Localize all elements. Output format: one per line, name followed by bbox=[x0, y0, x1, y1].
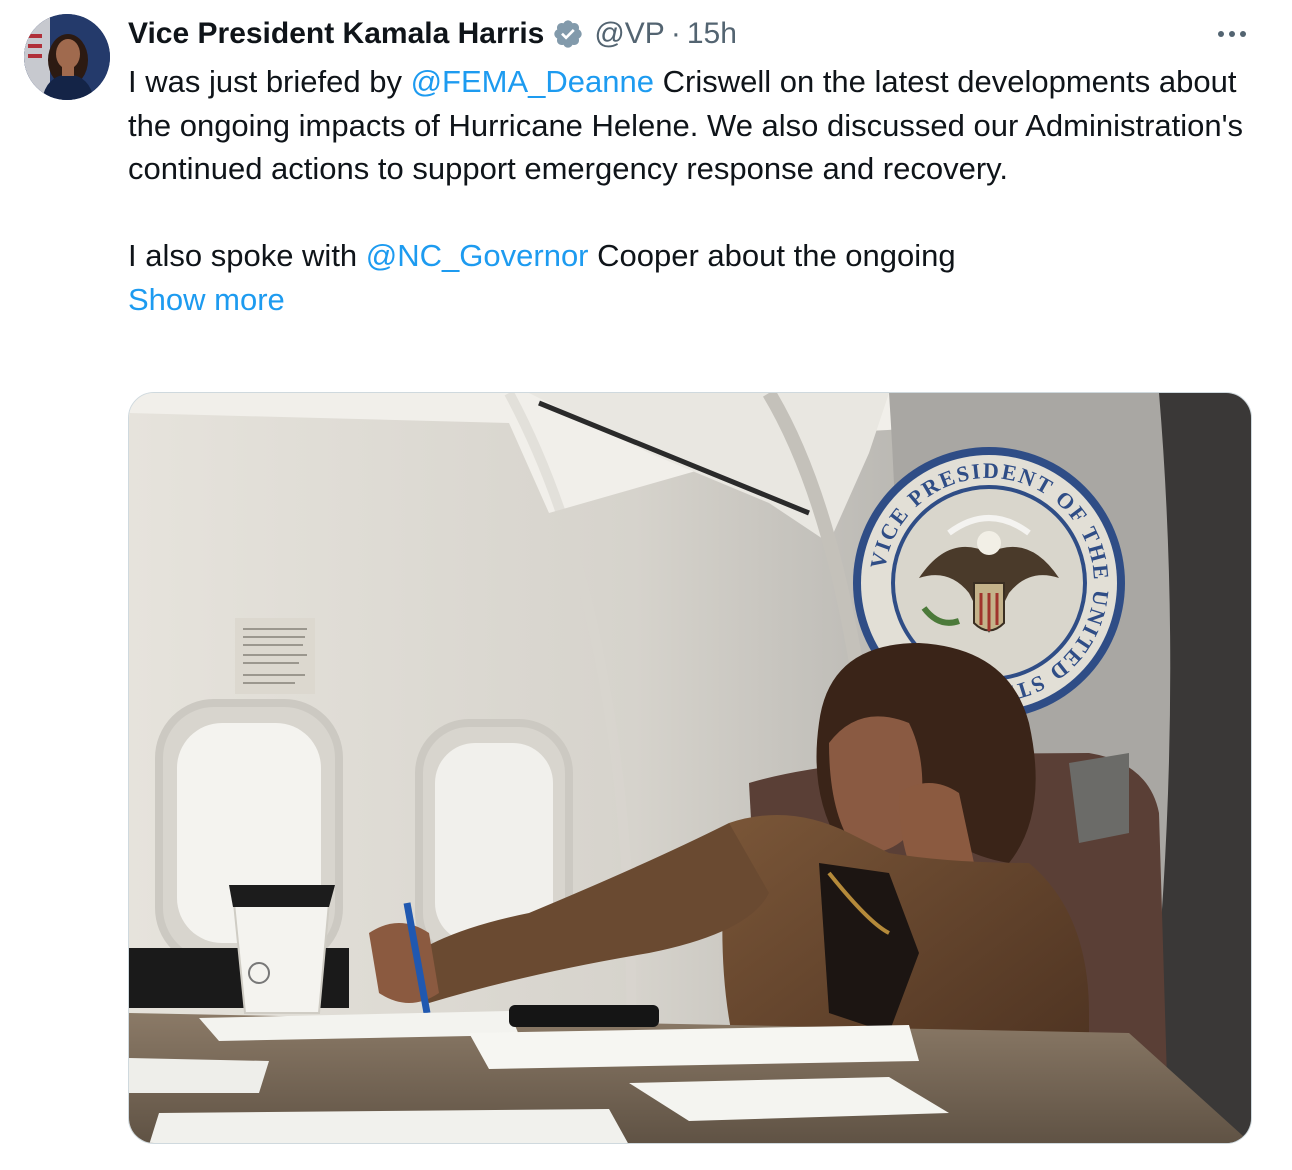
tweet-paragraph-1: I was just briefed by @FEMA_Deanne Crisw… bbox=[128, 60, 1258, 191]
separator-dot: · bbox=[670, 17, 681, 50]
mention-link[interactable]: @FEMA_Deanne bbox=[411, 64, 654, 99]
verified-badge-icon bbox=[554, 20, 583, 48]
tweet-photo[interactable]: VICE PRESIDENT OF THE UNITED STATES bbox=[128, 392, 1252, 1144]
author-name[interactable]: Vice President Kamala Harris bbox=[128, 17, 544, 51]
author-handle[interactable]: @VP bbox=[594, 17, 664, 51]
mention-link[interactable]: @NC_Governor bbox=[366, 238, 589, 273]
text-segment: I was just briefed by bbox=[128, 64, 411, 99]
show-more-link[interactable]: Show more bbox=[128, 282, 285, 317]
text-segment: I also spoke with bbox=[128, 238, 366, 274]
avatar[interactable] bbox=[24, 14, 110, 100]
timestamp[interactable]: 15h bbox=[687, 17, 737, 51]
more-options-icon[interactable] bbox=[1210, 14, 1254, 54]
tweet-header: Vice President Kamala Harris @VP · 15h bbox=[128, 12, 737, 56]
text-segment: Cooper about the ongoing bbox=[588, 238, 956, 274]
photo-illustration: VICE PRESIDENT OF THE UNITED STATES bbox=[129, 393, 1251, 1143]
avatar-image bbox=[24, 14, 110, 100]
tweet-text: I was just briefed by @FEMA_Deanne Crisw… bbox=[128, 60, 1258, 322]
tweet-paragraph-2: I also spoke with @NC_Governor Cooper ab… bbox=[128, 234, 1258, 278]
